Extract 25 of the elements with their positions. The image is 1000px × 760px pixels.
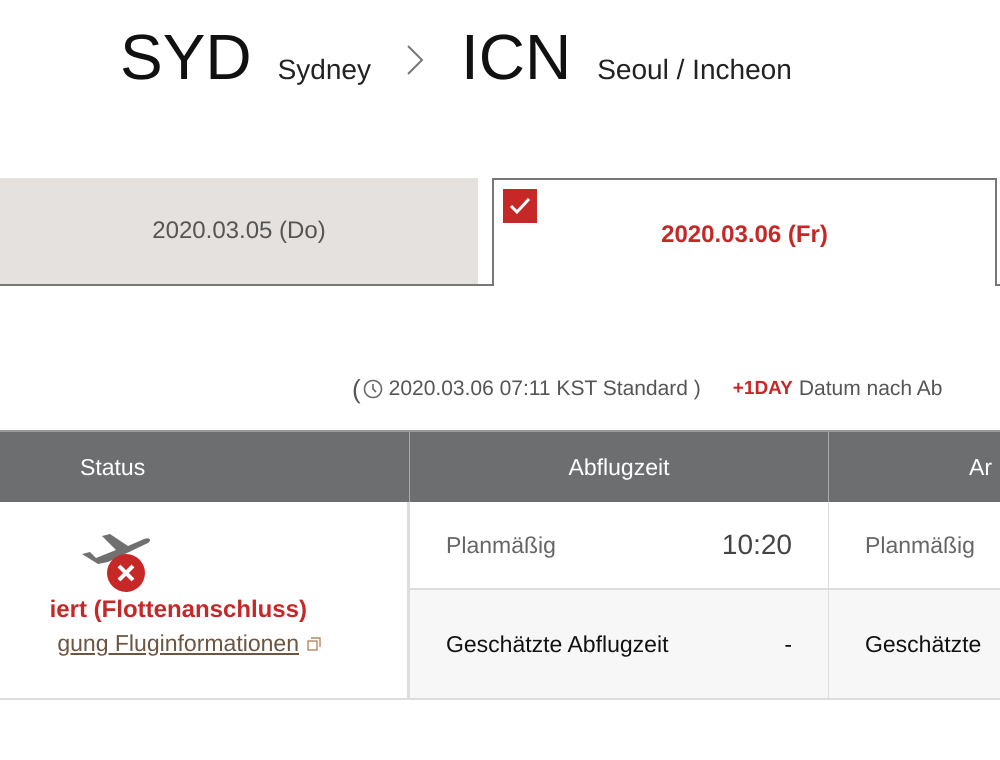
time-text: 2020.03.06 07:11 KST Standard ) — [388, 377, 701, 401]
checkmark-icon — [503, 189, 537, 223]
column-header: Abflugzeit — [409, 432, 828, 502]
external-window-icon — [307, 636, 321, 650]
day-label: +1DAY — [732, 378, 793, 400]
origin-code: SYD — [120, 20, 252, 94]
time-label: Geschätzte Abflugzeit — [446, 630, 668, 658]
time-value: 10:20 — [722, 529, 792, 561]
chevron-right-icon — [405, 43, 425, 77]
origin-city: Sydney — [278, 54, 371, 86]
column-header: Status — [0, 432, 409, 502]
destination-code: ICN — [461, 20, 572, 94]
date-tab[interactable]: 2020.03.06 (Fr) — [492, 178, 997, 286]
time-value: - — [784, 630, 792, 658]
column-header: Ar — [828, 432, 1000, 502]
paren-text: ( — [352, 374, 361, 404]
date-note: Datum nach Ab — [798, 377, 942, 401]
flight-info-link[interactable]: gung Fluginformationen — [57, 630, 299, 657]
date-tab[interactable]: 2020.03.05 (Do) — [0, 178, 478, 286]
time-label: Geschätzte — [865, 630, 982, 658]
time-label: Planmäßig — [446, 532, 556, 558]
time-label: Planmäßig — [865, 532, 975, 558]
status-text: iert (Flottenanschluss) — [50, 596, 307, 624]
clock-icon — [362, 379, 383, 399]
destination-city: Seoul / Incheon — [597, 54, 792, 86]
